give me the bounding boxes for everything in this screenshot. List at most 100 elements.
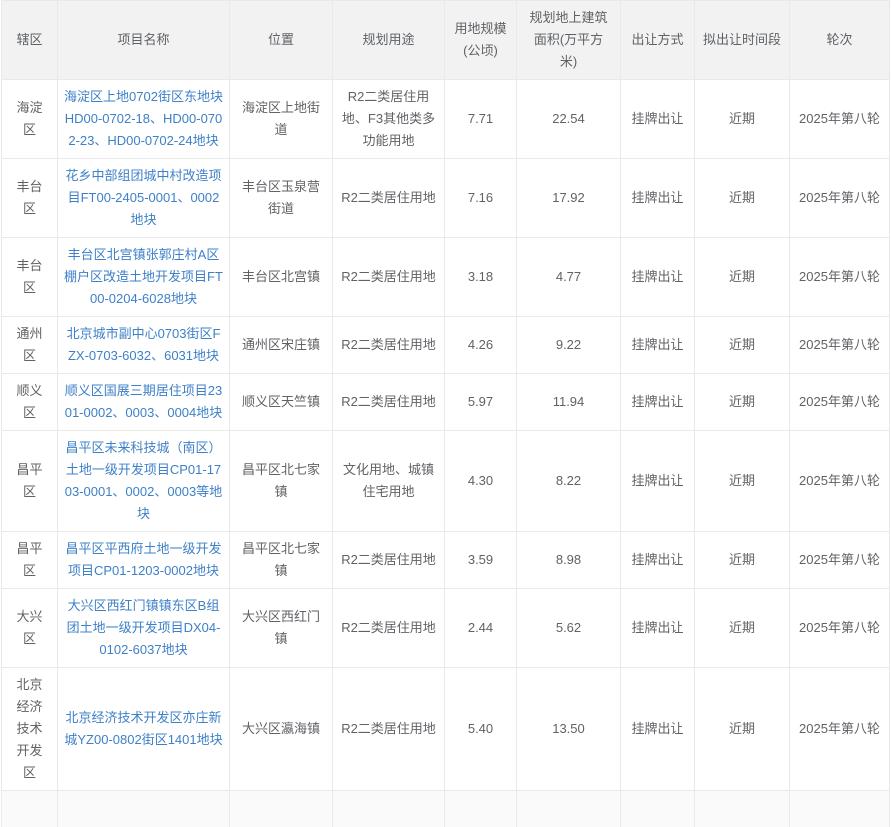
transfer-period-cell: 近期 [694, 667, 790, 791]
round-cell: 2025年第八轮 [789, 667, 890, 791]
transfer-method-cell: 挂牌出让 [620, 373, 695, 431]
round-cell: 2025年第八轮 [789, 158, 890, 238]
empty-cell [1, 790, 58, 827]
land-supply-table: 辖区 项目名称 位置 规划用途 用地规模(公顷) 规划地上建筑面积(万平方米) … [1, 0, 890, 827]
planned-use-cell: R2二类居住用地 [332, 373, 445, 431]
project-name-cell: 花乡中部组团城中村改造项目FT00-2405-0001、0002地块 [57, 158, 230, 238]
header-transfer-method: 出让方式 [620, 0, 695, 80]
project-link[interactable]: 北京经济技术开发区亦庄新城YZ00-0802街区1401地块 [64, 710, 222, 747]
district-cell: 丰台区 [1, 237, 58, 317]
land-area-cell: 4.30 [444, 430, 517, 532]
land-area-cell: 4.26 [444, 316, 517, 374]
transfer-period-cell: 近期 [694, 158, 790, 238]
header-district: 辖区 [1, 0, 58, 80]
round-cell: 2025年第八轮 [789, 531, 890, 589]
header-row: 辖区 项目名称 位置 规划用途 用地规模(公顷) 规划地上建筑面积(万平方米) … [1, 0, 890, 80]
table-row: 通州区 北京城市副中心0703街区FZX-0703-6032、6031地块 通州… [1, 316, 890, 374]
transfer-period-cell: 近期 [694, 588, 790, 668]
building-area-cell: 9.22 [516, 316, 621, 374]
header-land-area: 用地规模(公顷) [444, 0, 517, 80]
project-link[interactable]: 丰台区北宫镇张郭庄村A区棚户区改造土地开发项目FT00-0204-6028地块 [64, 247, 223, 306]
transfer-period-cell: 近期 [694, 316, 790, 374]
building-area-cell: 17.92 [516, 158, 621, 238]
round-cell: 2025年第八轮 [789, 79, 890, 159]
table-row: 大兴区 大兴区西红门镇镇东区B组团土地一级开发项目DX04-0102-6037地… [1, 588, 890, 668]
round-cell: 2025年第八轮 [789, 588, 890, 668]
transfer-period-cell: 近期 [694, 531, 790, 589]
header-round: 轮次 [789, 0, 890, 80]
district-cell: 昌平区 [1, 430, 58, 532]
location-cell: 大兴区瀛海镇 [229, 667, 333, 791]
header-building-area: 规划地上建筑面积(万平方米) [516, 0, 621, 80]
planned-use-cell: R2二类居住用地 [332, 588, 445, 668]
table-row: 北京经济技术开发区 北京经济技术开发区亦庄新城YZ00-0802街区1401地块… [1, 667, 890, 791]
building-area-cell: 13.50 [516, 667, 621, 791]
land-area-cell: 2.44 [444, 588, 517, 668]
district-cell: 大兴区 [1, 588, 58, 668]
building-area-cell: 5.62 [516, 588, 621, 668]
building-area-cell: 8.98 [516, 531, 621, 589]
table-row: 昌平区 昌平区未来科技城（南区）土地一级开发项目CP01-1703-0001、0… [1, 430, 890, 532]
location-cell: 丰台区玉泉营街道 [229, 158, 333, 238]
planned-use-cell: 文化用地、城镇住宅用地 [332, 430, 445, 532]
transfer-method-cell: 挂牌出让 [620, 316, 695, 374]
transfer-period-cell: 近期 [694, 237, 790, 317]
project-link[interactable]: 昌平区未来科技城（南区）土地一级开发项目CP01-1703-0001、0002、… [65, 440, 223, 521]
empty-cell [516, 790, 621, 827]
location-cell: 顺义区天竺镇 [229, 373, 333, 431]
table-header: 辖区 项目名称 位置 规划用途 用地规模(公顷) 规划地上建筑面积(万平方米) … [1, 0, 890, 80]
header-location: 位置 [229, 0, 333, 80]
table-row: 丰台区 丰台区北宫镇张郭庄村A区棚户区改造土地开发项目FT00-0204-602… [1, 237, 890, 317]
project-link[interactable]: 北京城市副中心0703街区FZX-0703-6032、6031地块 [67, 326, 221, 363]
district-cell: 海淀区 [1, 79, 58, 159]
project-name-cell: 昌平区未来科技城（南区）土地一级开发项目CP01-1703-0001、0002、… [57, 430, 230, 532]
land-area-cell: 7.71 [444, 79, 517, 159]
transfer-method-cell: 挂牌出让 [620, 430, 695, 532]
project-name-cell: 海淀区上地0702街区东地块HD00-0702-18、HD00-0702-23、… [57, 79, 230, 159]
project-name-cell: 昌平区平西府土地一级开发项目CP01-1203-0002地块 [57, 531, 230, 589]
transfer-method-cell: 挂牌出让 [620, 237, 695, 317]
transfer-period-cell: 近期 [694, 373, 790, 431]
table-row: 丰台区 花乡中部组团城中村改造项目FT00-2405-0001、0002地块 丰… [1, 158, 890, 238]
location-cell: 昌平区北七家镇 [229, 430, 333, 532]
page-viewport: 辖区 项目名称 位置 规划用途 用地规模(公顷) 规划地上建筑面积(万平方米) … [0, 0, 891, 827]
project-name-cell: 大兴区西红门镇镇东区B组团土地一级开发项目DX04-0102-6037地块 [57, 588, 230, 668]
transfer-method-cell: 挂牌出让 [620, 667, 695, 791]
transfer-method-cell: 挂牌出让 [620, 158, 695, 238]
table-row: 昌平区 昌平区平西府土地一级开发项目CP01-1203-0002地块 昌平区北七… [1, 531, 890, 589]
table-body: 海淀区 海淀区上地0702街区东地块HD00-0702-18、HD00-0702… [1, 79, 890, 827]
location-cell: 海淀区上地街道 [229, 79, 333, 159]
land-area-cell: 3.59 [444, 531, 517, 589]
project-name-cell: 顺义区国展三期居住项目2301-0002、0003、0004地块 [57, 373, 230, 431]
location-cell: 大兴区西红门镇 [229, 588, 333, 668]
project-link[interactable]: 顺义区国展三期居住项目2301-0002、0003、0004地块 [65, 383, 223, 420]
project-link[interactable]: 海淀区上地0702街区东地块HD00-0702-18、HD00-0702-23、… [64, 89, 223, 148]
planned-use-cell: R2二类居住用地 [332, 158, 445, 238]
land-area-cell: 5.97 [444, 373, 517, 431]
land-area-cell: 7.16 [444, 158, 517, 238]
transfer-method-cell: 挂牌出让 [620, 79, 695, 159]
round-cell: 2025年第八轮 [789, 373, 890, 431]
project-link[interactable]: 大兴区西红门镇镇东区B组团土地一级开发项目DX04-0102-6037地块 [67, 598, 221, 657]
building-area-cell: 22.54 [516, 79, 621, 159]
location-cell: 通州区宋庄镇 [229, 316, 333, 374]
project-link[interactable]: 花乡中部组团城中村改造项目FT00-2405-0001、0002地块 [65, 168, 221, 227]
project-name-cell: 北京经济技术开发区亦庄新城YZ00-0802街区1401地块 [57, 667, 230, 791]
empty-cell [444, 790, 517, 827]
planned-use-cell: R2二类居住用地 [332, 531, 445, 589]
empty-cell [694, 790, 790, 827]
district-cell: 顺义区 [1, 373, 58, 431]
transfer-period-cell: 近期 [694, 430, 790, 532]
location-cell: 昌平区北七家镇 [229, 531, 333, 589]
round-cell: 2025年第八轮 [789, 430, 890, 532]
table-row: 海淀区 海淀区上地0702街区东地块HD00-0702-18、HD00-0702… [1, 79, 890, 159]
partial-next-row [1, 790, 890, 827]
location-cell: 丰台区北宫镇 [229, 237, 333, 317]
district-cell: 通州区 [1, 316, 58, 374]
transfer-method-cell: 挂牌出让 [620, 531, 695, 589]
district-cell: 丰台区 [1, 158, 58, 238]
empty-cell [620, 790, 695, 827]
project-link[interactable]: 昌平区平西府土地一级开发项目CP01-1203-0002地块 [65, 541, 221, 578]
planned-use-cell: R2二类居住用地 [332, 237, 445, 317]
empty-cell [332, 790, 445, 827]
